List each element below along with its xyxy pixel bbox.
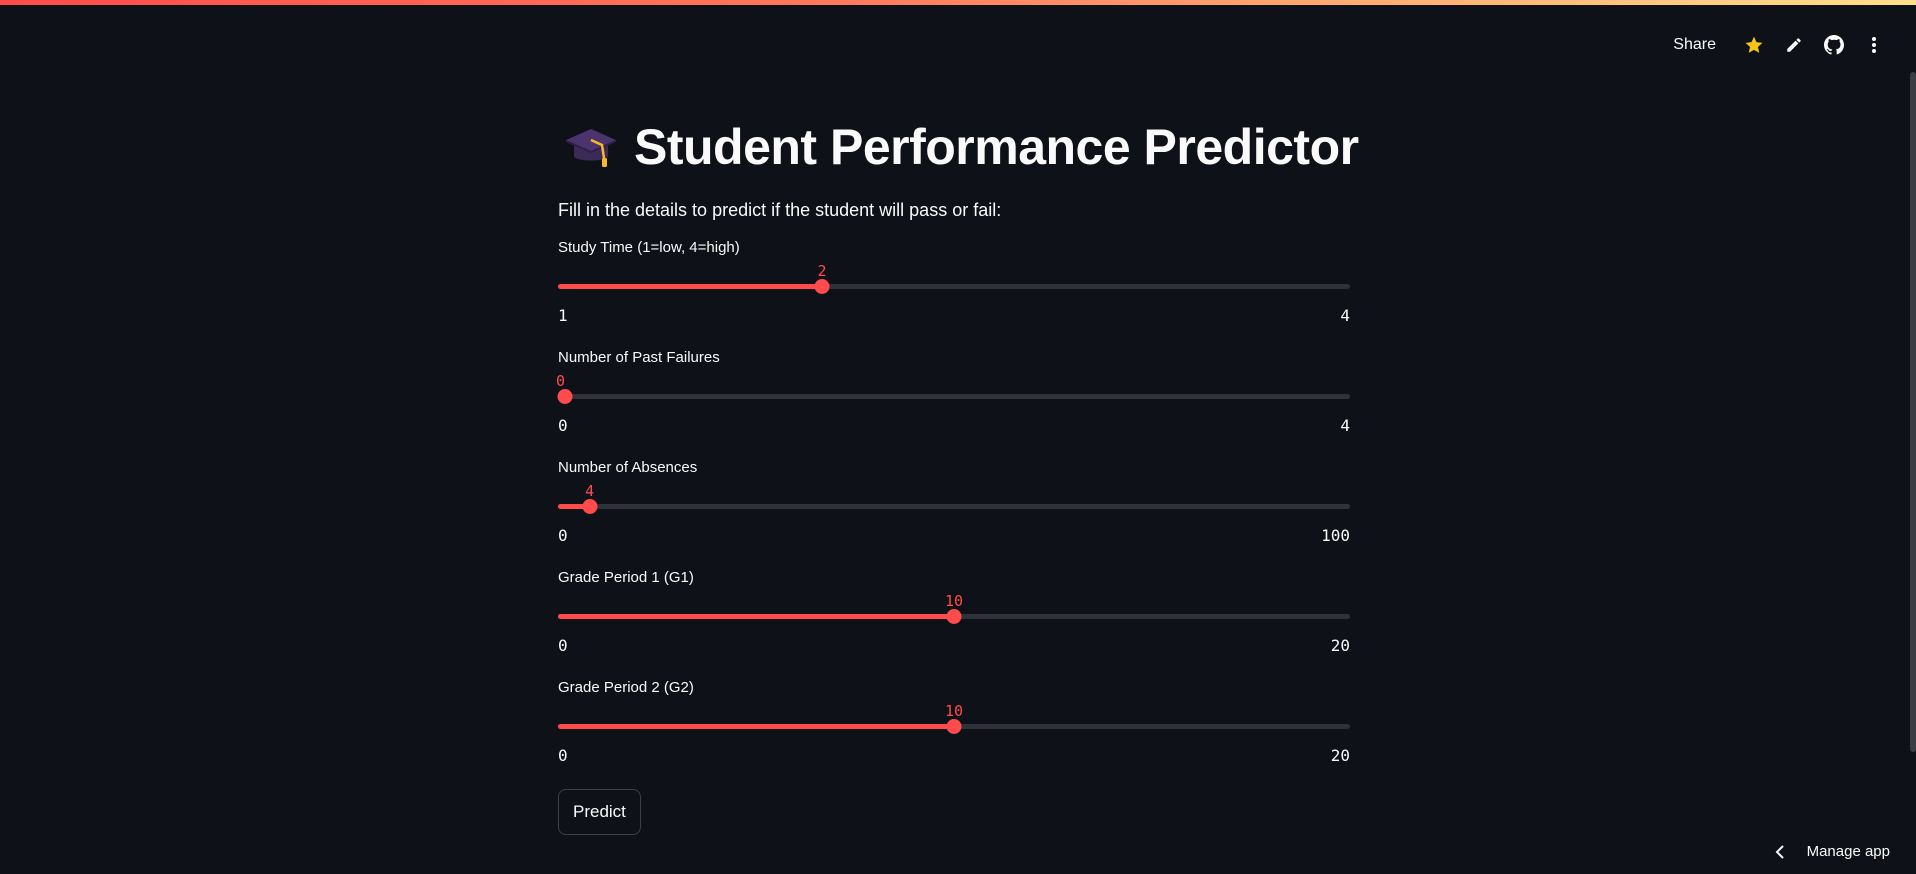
slider-track[interactable] [558, 394, 1350, 399]
slider-label: Grade Period 1 (G1) [558, 569, 694, 586]
manage-app-label: Manage app [1806, 843, 1890, 860]
slider-label: Study Time (1=low, 4=high) [558, 239, 740, 256]
slider-fill [558, 724, 954, 729]
share-button[interactable]: Share [1673, 36, 1716, 54]
app-toolbar: Share [1673, 30, 1894, 60]
slider-max-label: 4 [1340, 416, 1350, 435]
slider-min-label: 0 [558, 526, 568, 545]
slider-block: Grade Period 2 (G2) 10 0 20 [558, 679, 1350, 789]
slider-max-label: 20 [1330, 636, 1350, 655]
slider-block: Number of Past Failures 0 0 4 [556, 349, 1350, 459]
slider-max-label: 4 [1340, 306, 1350, 325]
main-content: Student Performance Predictor Fill in th… [556, 110, 1359, 835]
slider-block: Number of Absences 4 0 100 [558, 459, 1350, 569]
pencil-icon[interactable] [1774, 30, 1814, 60]
slider-thumb[interactable] [946, 609, 962, 624]
slider-fill [558, 614, 954, 619]
star-icon[interactable] [1734, 30, 1774, 60]
slider-block: Grade Period 1 (G1) 10 0 20 [558, 569, 1350, 679]
slider-thumb[interactable] [582, 499, 598, 514]
slider-list: Study Time (1=low, 4=high) 2 1 4 Number of P… [556, 239, 1350, 789]
slider-thumb[interactable] [557, 389, 573, 404]
slider-block: Study Time (1=low, 4=high) 2 1 4 [558, 239, 1350, 349]
slider-thumb[interactable] [946, 719, 962, 734]
slider-thumb[interactable] [814, 279, 830, 294]
slider-min-label: 0 [558, 746, 568, 765]
page-title: Student Performance Predictor [634, 119, 1359, 175]
slider-value: 4 [585, 482, 595, 500]
slider-value: 10 [944, 592, 964, 610]
github-icon[interactable] [1814, 30, 1854, 60]
predict-button[interactable]: Predict [558, 789, 641, 835]
manage-app-button[interactable]: Manage app [1775, 843, 1890, 860]
slider-label: Grade Period 2 (G2) [558, 679, 694, 696]
slider-min-label: 0 [558, 636, 568, 655]
slider-min-label: 1 [558, 306, 568, 325]
slider-track[interactable] [558, 504, 1350, 509]
slider-max-label: 100 [1321, 526, 1350, 545]
slider-label: Number of Absences [558, 459, 698, 476]
slider-value: 2 [817, 262, 827, 280]
kebab-menu-icon[interactable] [1854, 30, 1894, 60]
slider-max-label: 20 [1330, 746, 1350, 765]
page-scrollbar[interactable] [1910, 72, 1916, 752]
title-row: Student Performance Predictor [558, 110, 1359, 184]
page-description: Fill in the details to predict if the st… [558, 200, 1002, 220]
top-decoration-bar [0, 0, 1916, 5]
graduation-cap-icon [562, 118, 620, 176]
chevron-left-icon [1775, 844, 1785, 859]
slider-label: Number of Past Failures [558, 349, 720, 366]
slider-min-label: 0 [558, 416, 568, 435]
slider-value: 10 [944, 702, 964, 720]
slider-fill [558, 284, 822, 289]
slider-value: 0 [556, 372, 566, 390]
